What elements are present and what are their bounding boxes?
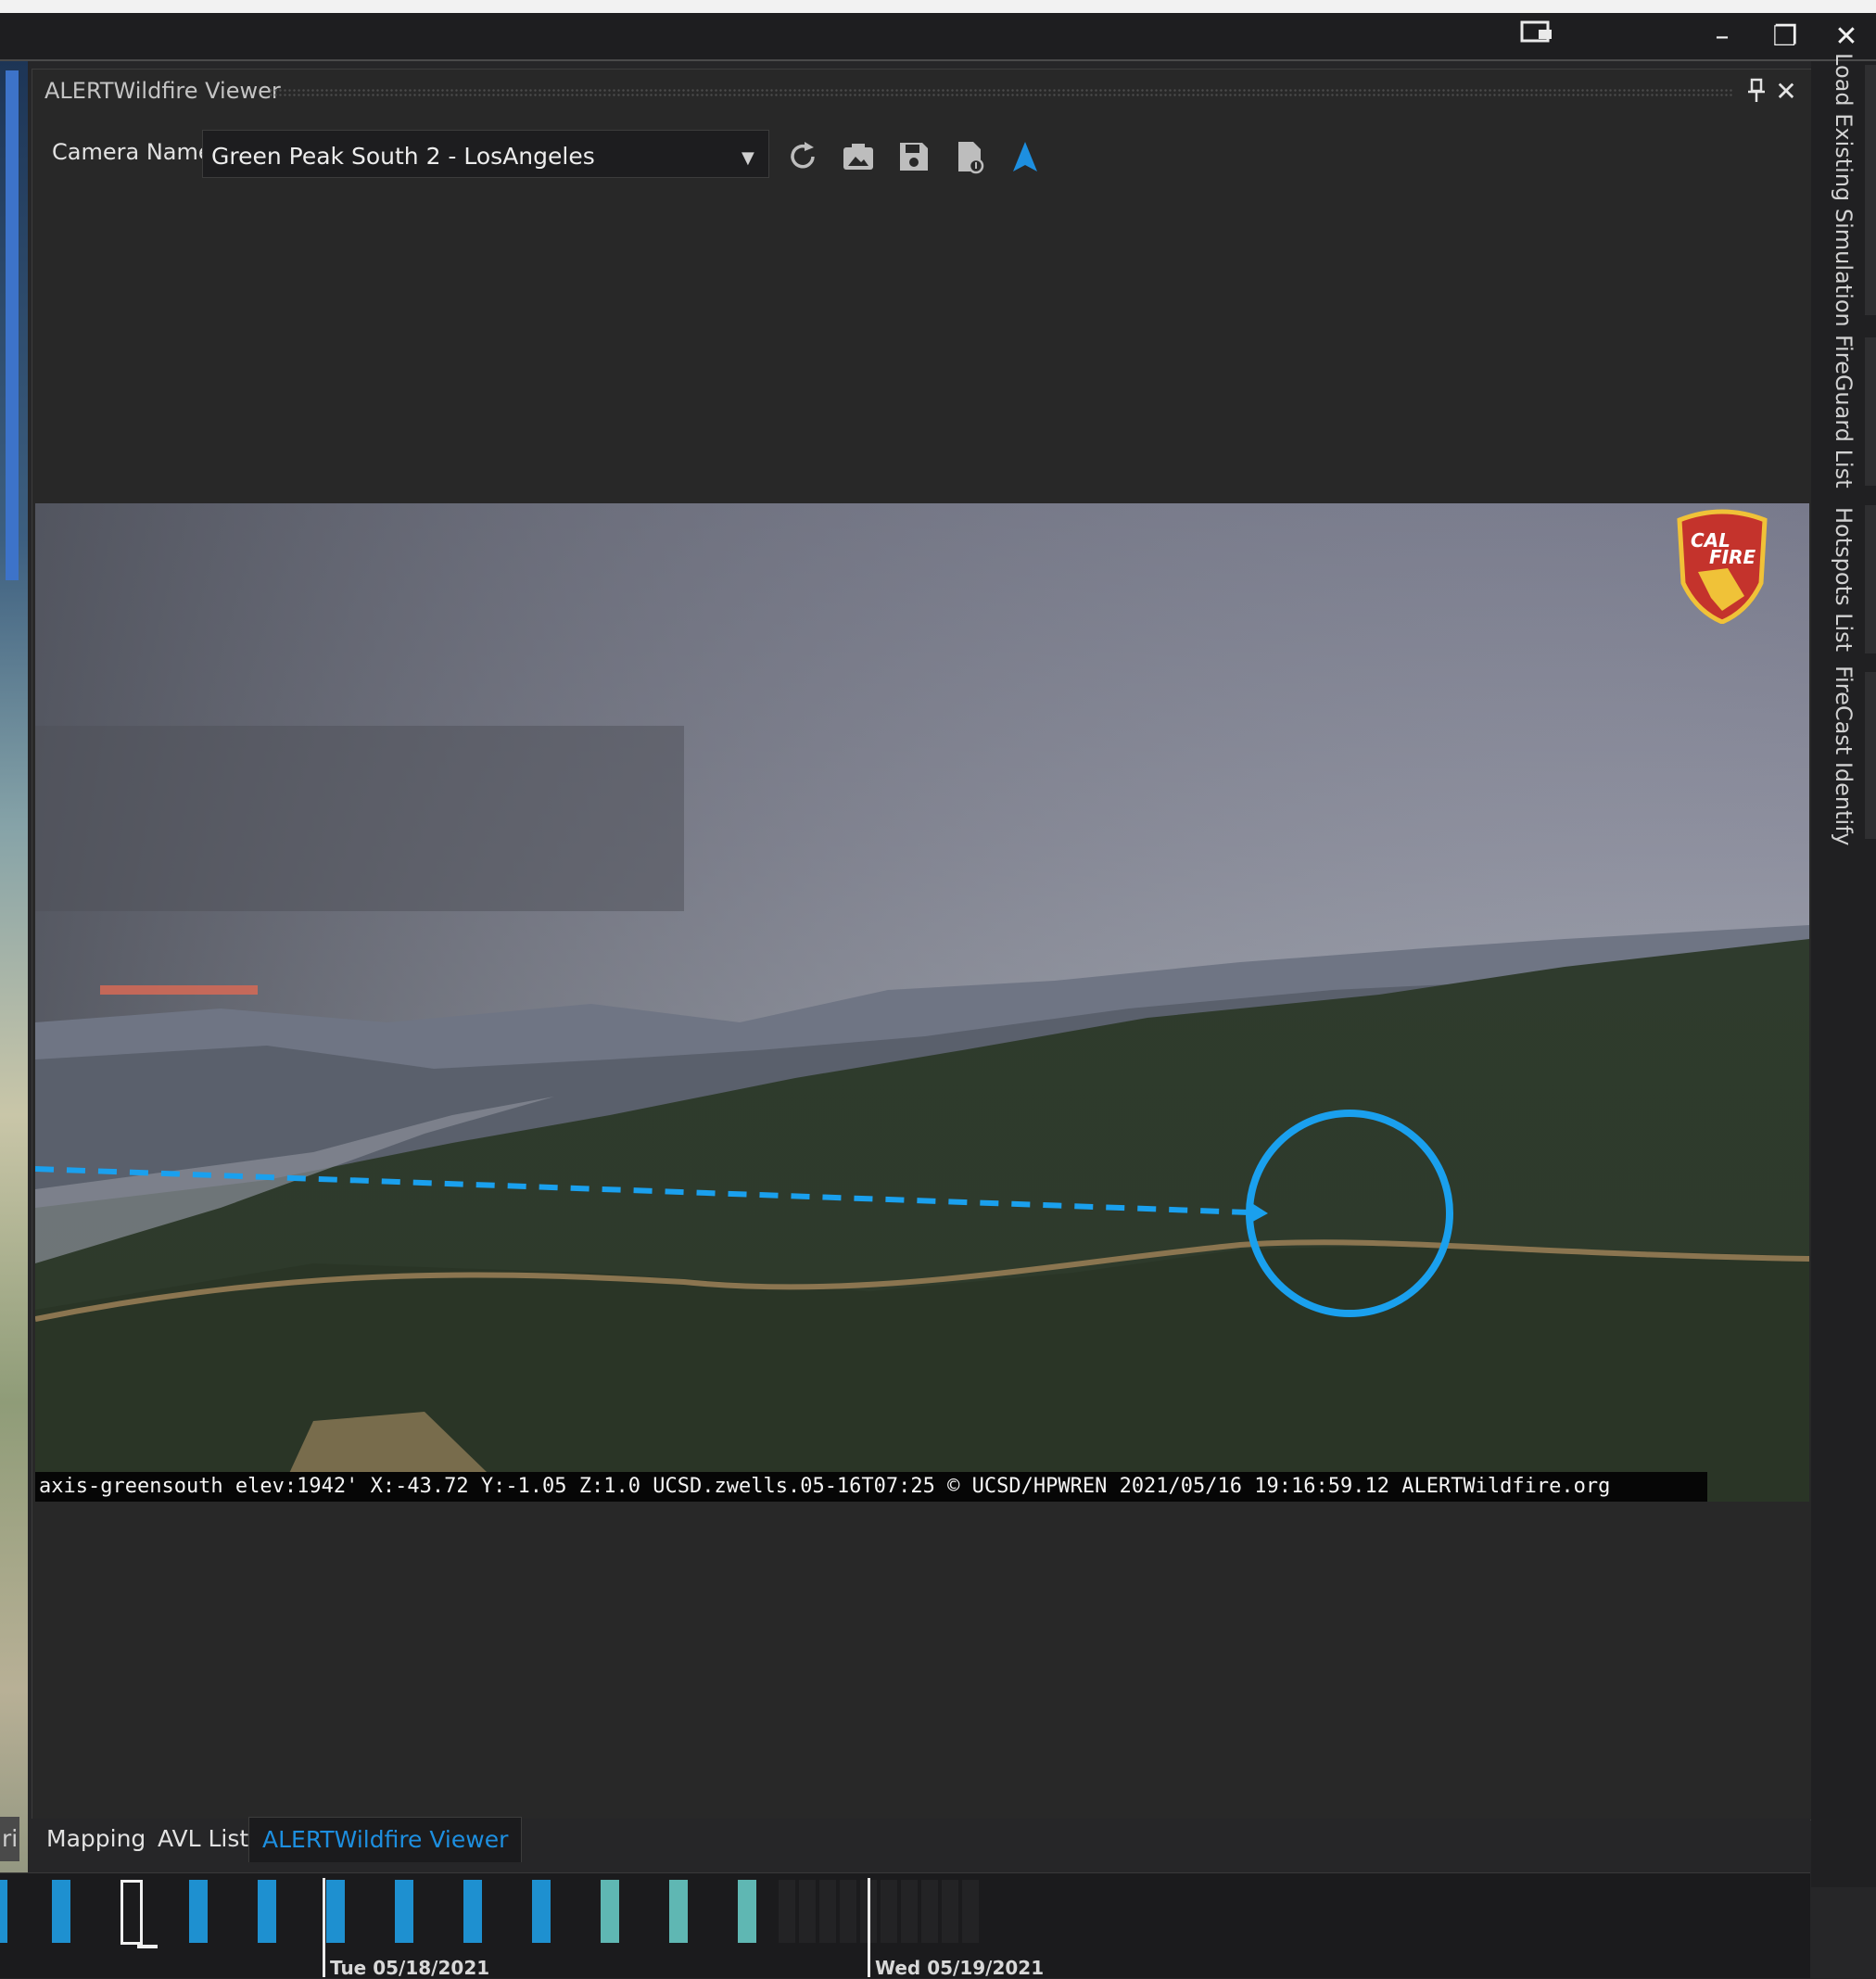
tab-alertwildfire-viewer[interactable]: ALERTWildfire Viewer — [248, 1817, 523, 1862]
timeline-selection-marker — [137, 1945, 158, 1948]
timeline-tick[interactable] — [532, 1880, 551, 1943]
timeline-date-label: Tue 05/18/2021 — [330, 1957, 490, 1979]
pin-icon — [1748, 78, 1765, 102]
timeline-tick[interactable] — [738, 1880, 756, 1943]
timeline-tick[interactable] — [669, 1880, 688, 1943]
save-button[interactable] — [892, 135, 936, 178]
timeline-tick[interactable] — [258, 1880, 276, 1943]
side-tab-label: Hotspots List — [1831, 506, 1857, 653]
timeline-tick[interactable] — [326, 1880, 345, 1943]
tab-avl-list[interactable]: AVL List — [158, 1817, 248, 1861]
timeline-date-label: Wed 05/19/2021 — [875, 1957, 1045, 1979]
timeline-tick[interactable] — [601, 1880, 619, 1943]
tab-partial[interactable]: ri — [0, 1817, 20, 1861]
monitor-icon[interactable] — [1518, 19, 1555, 50]
side-tab-indicator — [1865, 65, 1876, 315]
timeline-day-divider — [868, 1878, 870, 1977]
timeline-tick-selected[interactable] — [120, 1880, 143, 1945]
refresh-button[interactable] — [780, 135, 825, 178]
side-tab-label: Load Existing Simulation — [1831, 53, 1857, 327]
timeline-day-divider — [323, 1878, 325, 1977]
panel-grip — [269, 88, 1733, 97]
camera-image-icon — [843, 144, 873, 170]
top-strip — [0, 0, 1876, 13]
timeline-tick[interactable] — [189, 1880, 208, 1943]
timeline-tick[interactable] — [463, 1880, 482, 1943]
camera-name-label: Camera Name — [52, 139, 212, 165]
tab-mapping[interactable]: Mapping — [46, 1817, 146, 1861]
side-tab-label: FireCast Identify — [1831, 665, 1857, 846]
camera-info-overlay: axis-greensouth elev:1942' X:-43.72 Y:-1… — [35, 1472, 1707, 1502]
landscape-image — [35, 503, 1809, 1502]
snapshot-button[interactable] — [836, 135, 881, 178]
side-tab-label: FireGuard List — [1831, 335, 1857, 488]
timeline-empty-slots — [779, 1880, 982, 1943]
save-icon — [900, 143, 928, 171]
logo-text-fire: FIRE — [1709, 546, 1756, 568]
left-accent-bar — [6, 70, 19, 580]
window-titlebar — [0, 13, 1876, 61]
minimize-button[interactable]: – — [1696, 13, 1748, 59]
restore-button[interactable]: ❐ — [1759, 13, 1811, 59]
side-tab-indicator — [1865, 672, 1876, 839]
timeline-tick[interactable] — [395, 1880, 413, 1943]
panel-title: ALERTWildfire Viewer — [44, 78, 281, 104]
export-button[interactable] — [947, 135, 992, 178]
navigate-button[interactable] — [1003, 135, 1047, 178]
pin-button[interactable] — [1741, 74, 1772, 108]
refresh-icon — [791, 142, 815, 169]
file-export-icon — [958, 142, 984, 174]
side-tab-indicator — [1865, 505, 1876, 653]
timeline-tick[interactable] — [0, 1880, 7, 1943]
camera-select-value: Green Peak South 2 - LosAngeles — [211, 143, 595, 170]
chevron-down-icon[interactable]: ▼ — [742, 148, 754, 168]
camera-feed-image[interactable]: CAL FIRE — [35, 503, 1809, 1502]
navigation-arrow-icon — [1013, 142, 1037, 171]
side-tab-indicator — [1865, 337, 1876, 486]
calfire-logo: CAL FIRE — [1674, 507, 1770, 625]
panel-close-button[interactable]: ✕ — [1770, 74, 1802, 108]
timeline-tick[interactable] — [52, 1880, 70, 1943]
